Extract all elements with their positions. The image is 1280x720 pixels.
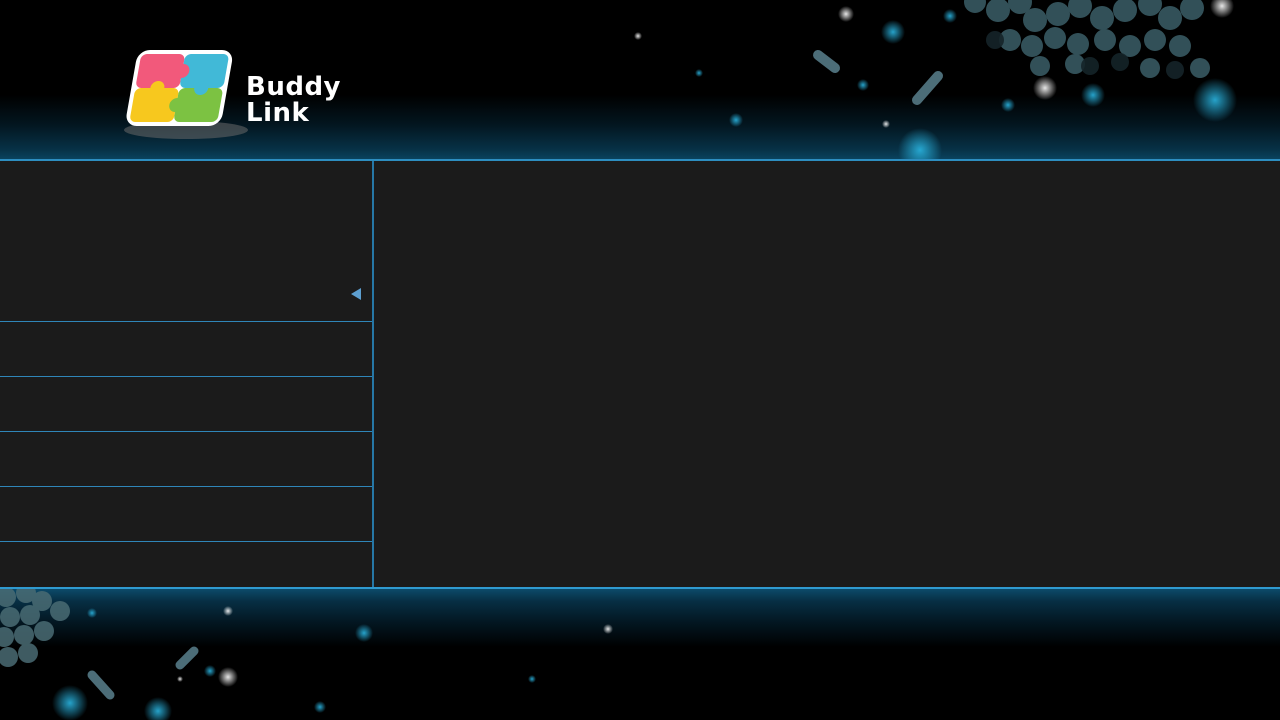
- footer-decoration: [0, 587, 613, 720]
- main-panel: [374, 161, 1280, 587]
- sidebar-item-5[interactable]: [0, 487, 372, 542]
- sidebar-item-2[interactable]: [0, 322, 372, 377]
- footer-banner: [0, 587, 1280, 720]
- sidebar-item-4[interactable]: [0, 432, 372, 487]
- footer-divider: [0, 587, 1280, 589]
- header-banner: Buddy Link: [0, 0, 1280, 160]
- app-logo-text: Buddy Link: [246, 74, 341, 126]
- triangle-left-icon[interactable]: [351, 288, 361, 300]
- logo-text-line2: Link: [246, 98, 310, 128]
- logo-text-line1: Buddy: [246, 72, 341, 102]
- sidebar-panel: [0, 161, 372, 587]
- buddylink-screen: Buddy Link: [0, 0, 1280, 720]
- content-area: [0, 161, 1280, 587]
- sidebar-item-3[interactable]: [0, 377, 372, 432]
- sidebar-item-1[interactable]: [0, 161, 372, 322]
- sidebar-item-6[interactable]: [0, 542, 372, 587]
